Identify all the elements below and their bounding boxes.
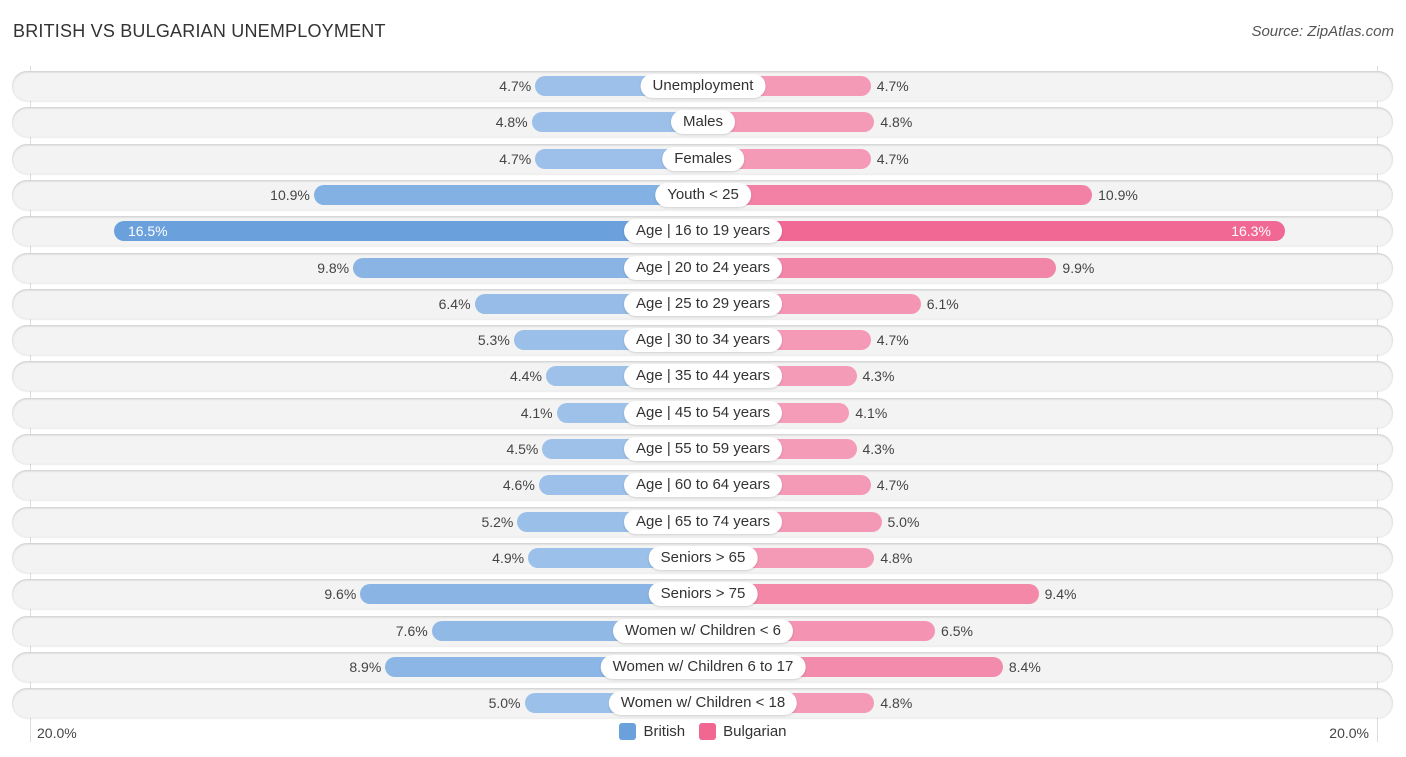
value-label-bulgarian: 4.7% bbox=[876, 332, 909, 349]
value-label-bulgarian: 9.4% bbox=[1044, 586, 1077, 603]
category-label: Age | 20 to 24 years bbox=[624, 255, 782, 280]
value-label-bulgarian: 4.7% bbox=[876, 78, 909, 94]
value-label-bulgarian: 4.1% bbox=[855, 404, 888, 421]
bar-british[interactable] bbox=[313, 184, 703, 205]
value-label-bulgarian: 10.9% bbox=[1098, 186, 1138, 203]
legend-item-british[interactable]: British bbox=[619, 723, 685, 740]
bar-bulgarian[interactable] bbox=[703, 184, 1093, 205]
value-label-bulgarian: 4.8% bbox=[880, 549, 913, 566]
legend-label-british: British bbox=[643, 723, 686, 740]
value-label-bulgarian: 4.3% bbox=[862, 368, 895, 385]
value-label-british: 4.8% bbox=[495, 114, 528, 131]
value-label-bulgarian: 9.9% bbox=[1062, 259, 1095, 276]
value-label-bulgarian: 6.1% bbox=[926, 295, 959, 312]
category-label: Age | 25 to 29 years bbox=[624, 291, 782, 316]
category-label: Women w/ Children 6 to 17 bbox=[600, 654, 806, 679]
value-label-british: 9.8% bbox=[317, 259, 350, 276]
category-label: Females bbox=[662, 146, 744, 171]
bar-british[interactable] bbox=[113, 221, 703, 242]
category-label: Youth < 25 bbox=[655, 182, 751, 207]
value-label-bulgarian: 6.5% bbox=[941, 622, 973, 639]
value-label-british: 4.7% bbox=[499, 150, 532, 167]
category-label: Age | 35 to 44 years bbox=[624, 364, 782, 389]
category-label: Age | 60 to 64 years bbox=[624, 473, 782, 498]
value-label-british: 4.9% bbox=[492, 549, 525, 566]
value-label-bulgarian: 4.7% bbox=[876, 150, 909, 167]
value-label-bulgarian: 16.3% bbox=[1231, 223, 1271, 240]
value-label-british: 5.2% bbox=[481, 513, 514, 530]
category-label: Age | 16 to 19 years bbox=[624, 219, 782, 244]
value-label-british: 7.6% bbox=[395, 622, 428, 639]
value-label-british: 10.9% bbox=[270, 186, 310, 203]
value-label-british: 4.6% bbox=[502, 477, 535, 494]
category-label: Males bbox=[670, 110, 736, 135]
category-label: Unemployment bbox=[640, 74, 766, 98]
category-label: Age | 45 to 54 years bbox=[624, 400, 782, 425]
category-label: Seniors > 75 bbox=[648, 582, 758, 607]
category-label: Age | 55 to 59 years bbox=[624, 437, 782, 461]
category-label: Women w/ Children < 18 bbox=[608, 691, 798, 716]
value-label-british: 6.4% bbox=[438, 295, 471, 312]
category-label: Seniors > 65 bbox=[648, 545, 758, 570]
value-label-bulgarian: 4.8% bbox=[880, 114, 913, 131]
category-label: Age | 30 to 34 years bbox=[624, 328, 782, 353]
value-label-bulgarian: 4.8% bbox=[880, 695, 913, 712]
value-label-british: 5.0% bbox=[488, 695, 521, 712]
value-label-british: 4.4% bbox=[510, 368, 542, 385]
value-label-bulgarian: 8.4% bbox=[1008, 658, 1041, 675]
category-label: Age | 65 to 74 years bbox=[624, 509, 782, 534]
value-label-british: 5.3% bbox=[477, 332, 510, 349]
legend: British Bulgarian bbox=[0, 723, 1406, 740]
value-label-british: 9.6% bbox=[324, 586, 357, 603]
value-label-british: 16.5% bbox=[127, 223, 168, 240]
legend-label-bulgarian: Bulgarian bbox=[723, 723, 787, 740]
chart-title: BRITISH VS BULGARIAN UNEMPLOYMENT bbox=[13, 21, 386, 41]
source-text: Source: ZipAtlas.com bbox=[1251, 23, 1394, 40]
value-label-british: 4.1% bbox=[520, 404, 553, 421]
category-label: Women w/ Children < 6 bbox=[612, 618, 794, 643]
bar-bulgarian[interactable] bbox=[703, 221, 1285, 242]
value-label-bulgarian: 4.7% bbox=[876, 477, 909, 494]
value-label-bulgarian: 5.0% bbox=[887, 513, 920, 530]
value-label-bulgarian: 4.3% bbox=[862, 441, 895, 457]
legend-item-bulgarian[interactable]: Bulgarian bbox=[699, 723, 787, 740]
value-label-british: 8.9% bbox=[349, 658, 382, 675]
legend-swatch-bulgarian bbox=[699, 723, 717, 740]
value-label-british: 4.5% bbox=[506, 441, 539, 457]
legend-swatch-british bbox=[619, 723, 637, 740]
value-label-british: 4.7% bbox=[499, 78, 532, 94]
